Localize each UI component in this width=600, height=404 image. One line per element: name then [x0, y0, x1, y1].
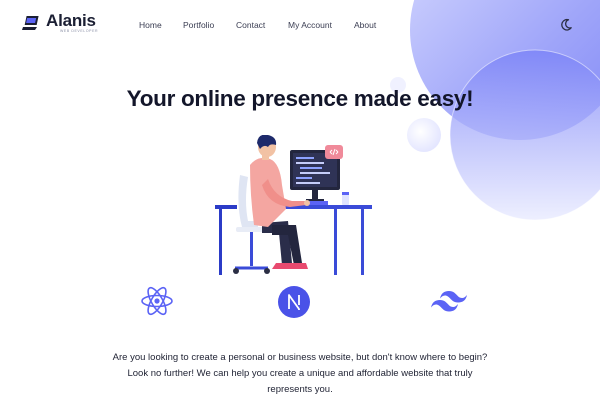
nav-link-portfolio[interactable]: Portfolio: [183, 19, 214, 31]
site-header: Alanis web developer Home Portfolio Cont…: [0, 0, 600, 50]
nav-link-contact[interactable]: Contact: [236, 19, 265, 31]
react-icon: [141, 286, 173, 316]
main-navigation: Home Portfolio Contact My Account About: [0, 19, 600, 33]
nav-link-my-account[interactable]: My Account: [288, 19, 332, 31]
nextjs-icon: [278, 286, 310, 318]
tailwind-icon: [431, 291, 467, 312]
moon-icon[interactable]: [559, 18, 573, 32]
nav-link-about[interactable]: About: [354, 19, 376, 31]
hero-description: Are you looking to create a personal or …: [112, 352, 488, 395]
developer-at-desk-illustration: [215, 135, 372, 275]
hero-title: Your online presence made easy!: [126, 86, 474, 111]
nav-link-home[interactable]: Home: [139, 19, 162, 31]
